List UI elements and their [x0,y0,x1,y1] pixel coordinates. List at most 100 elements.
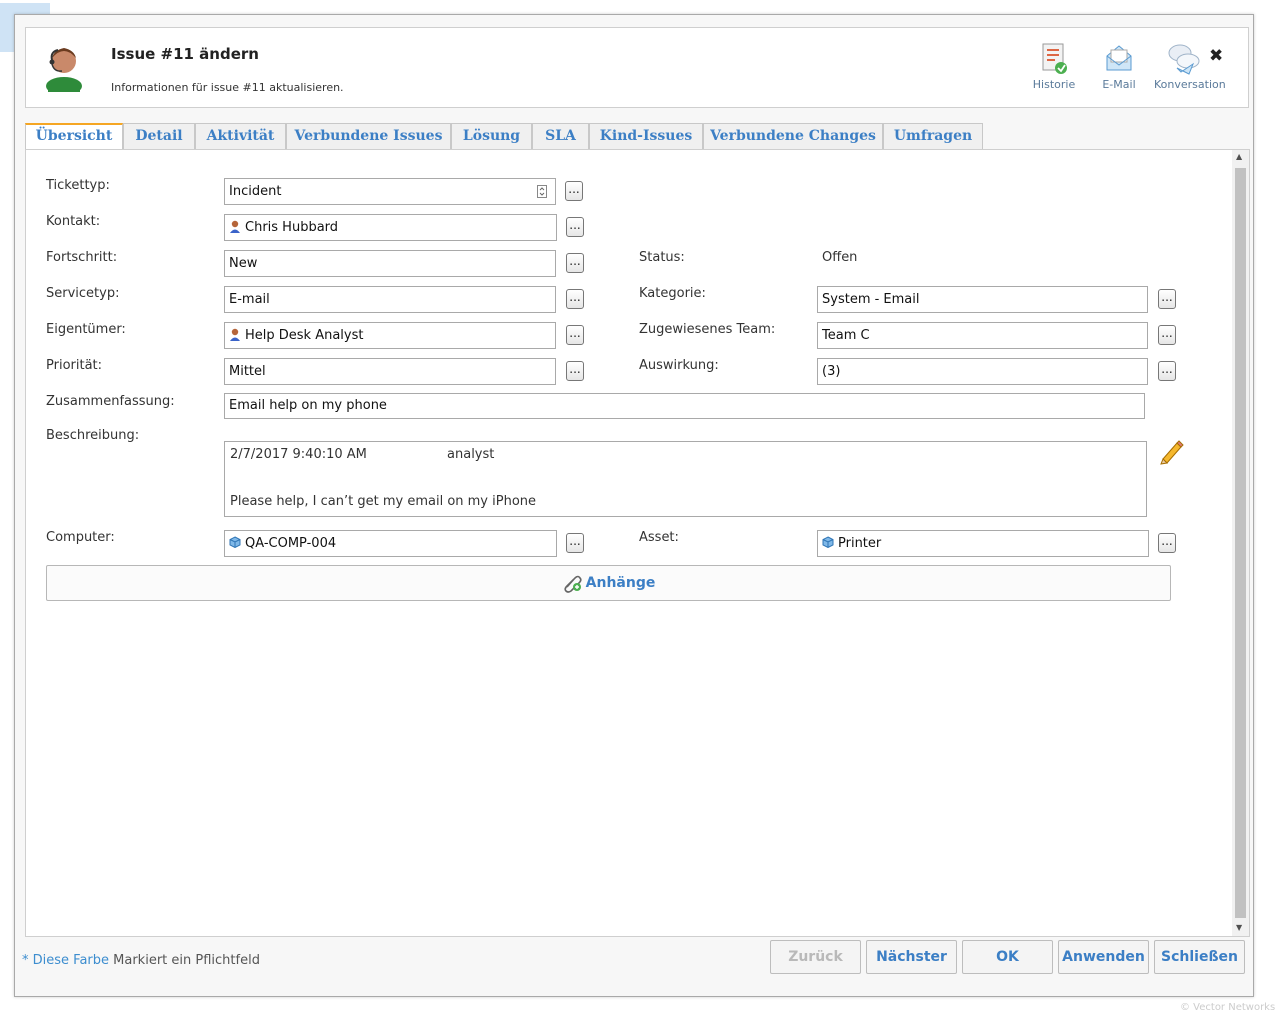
tab-kind-issues[interactable]: Kind-Issues [589,123,703,149]
scroll-down-icon[interactable]: ▼ [1236,923,1242,932]
history-label: Historie [1032,78,1076,91]
tab-sla[interactable]: SLA [532,123,589,149]
tab-aktivitaet[interactable]: Aktivität [195,123,286,149]
status-label: Status: [639,250,685,265]
fortschritt-field[interactable]: New [224,250,556,277]
required-field-note: * Diese Farbe Markiert ein Pflichtfeld [22,953,260,968]
kontakt-label: Kontakt: [46,214,101,229]
computer-field[interactable]: QA-COMP-004 [224,530,557,557]
history-button[interactable]: Historie [1024,42,1084,91]
conversation-label: Konversation [1154,78,1226,91]
auswirkung-label: Auswirkung: [639,358,719,373]
close-icon[interactable]: ✖ [1209,46,1223,66]
beschreibung-author: analyst [447,447,495,462]
conversation-button[interactable]: Konversation [1154,42,1226,91]
fortschritt-value: New [229,256,258,271]
asset-field[interactable]: Printer [817,530,1149,557]
conversation-icon [1168,44,1200,75]
attachments-button[interactable]: Anhänge [46,565,1171,601]
attachments-label: Anhänge [585,575,656,591]
pencil-edit-icon[interactable] [1159,439,1185,465]
auswirkung-browse-button[interactable]: ... [1158,361,1176,381]
history-icon [1042,43,1067,74]
status-value: Offen [822,250,858,265]
team-browse-button[interactable]: ... [1158,325,1176,345]
back-button[interactable]: Zurück [770,940,861,974]
required-color-sample: * Diese Farbe [22,953,110,968]
scrollbar-thumb[interactable] [1235,168,1246,918]
prioritaet-value: Mittel [229,364,266,379]
tickettyp-label: Tickettyp: [46,178,110,193]
team-field[interactable]: Team C [817,322,1148,349]
servicetyp-value: E-mail [229,292,270,307]
next-button[interactable]: Nächster [866,940,957,974]
tickettyp-value: Incident [229,184,282,199]
tickettyp-browse-button[interactable]: ... [565,181,583,201]
kontakt-field[interactable]: Chris Hubbard [224,214,557,241]
computer-label: Computer: [46,530,115,545]
cube-icon [229,536,241,548]
asset-value: Printer [838,536,882,551]
tab-uebersicht[interactable]: Übersicht [25,123,123,150]
paperclip-icon [564,575,582,593]
prioritaet-browse-button[interactable]: ... [566,361,584,381]
email-button[interactable]: E-Mail [1089,42,1149,91]
beschreibung-label: Beschreibung: [46,428,140,443]
tab-verbundene-issues[interactable]: Verbundene Issues [286,123,451,149]
computer-browse-button[interactable]: ... [566,533,584,553]
eigentuemer-browse-button[interactable]: ... [566,325,584,345]
required-note-text: Markiert ein Pflichtfeld [113,953,260,968]
zusammenfassung-label: Zusammenfassung: [46,394,175,409]
fortschritt-label: Fortschritt: [46,250,118,265]
email-label: E-Mail [1102,78,1136,91]
user-icon [230,220,240,233]
support-agent-icon [40,42,88,95]
prioritaet-label: Priorität: [46,358,103,373]
dialog-header: Issue #11 ändern Informationen für issue… [25,27,1249,108]
close-button[interactable]: Schließen [1154,940,1245,974]
tab-umfragen[interactable]: Umfragen [883,123,983,149]
auswirkung-value: (3) [822,364,841,379]
team-value: Team C [822,328,870,343]
vertical-scrollbar[interactable]: ▲ ▼ [1232,150,1249,936]
fortschritt-browse-button[interactable]: ... [566,253,584,273]
auswirkung-field[interactable]: (3) [817,358,1148,385]
tab-verbundene-changes[interactable]: Verbundene Changes [703,123,883,149]
dropdown-icon [537,185,547,198]
kategorie-browse-button[interactable]: ... [1158,289,1176,309]
beschreibung-field[interactable]: 2/7/2017 9:40:10 AM analyst Please help,… [224,441,1147,517]
dialog-title: Issue #11 ändern [111,45,259,63]
email-icon [1106,45,1132,71]
eigentuemer-value: Help Desk Analyst [245,328,364,343]
kategorie-value: System - Email [822,292,920,307]
beschreibung-date: 2/7/2017 9:40:10 AM [230,447,367,462]
cube-icon [822,536,834,548]
zusammenfassung-field[interactable]: Email help on my phone [224,393,1145,419]
dialog-subtitle: Informationen für issue #11 aktualisiere… [111,81,344,94]
ok-button[interactable]: OK [962,940,1053,974]
tab-detail[interactable]: Detail [123,123,195,149]
edit-issue-dialog: Issue #11 ändern Informationen für issue… [14,14,1254,997]
tab-loesung[interactable]: Lösung [451,123,532,149]
overview-panel: Tickettyp: Incident ... Kontakt: Chris H… [25,149,1250,937]
eigentuemer-label: Eigentümer: [46,322,126,337]
asset-label: Asset: [639,530,679,545]
beschreibung-header: 2/7/2017 9:40:10 AM analyst [230,447,1141,462]
tickettyp-field[interactable]: Incident [224,178,556,205]
prioritaet-field[interactable]: Mittel [224,358,556,385]
scroll-up-icon[interactable]: ▲ [1236,152,1242,161]
kategorie-field[interactable]: System - Email [817,286,1148,313]
apply-button[interactable]: Anwenden [1058,940,1149,974]
servicetyp-browse-button[interactable]: ... [566,289,584,309]
asset-browse-button[interactable]: ... [1158,533,1176,553]
kontakt-browse-button[interactable]: ... [566,217,584,237]
team-label: Zugewiesenes Team: [639,322,776,337]
copyright-text: © Vector Networks [1180,1002,1276,1013]
computer-value: QA-COMP-004 [245,536,337,551]
servicetyp-label: Servicetyp: [46,286,120,301]
kategorie-label: Kategorie: [639,286,706,301]
kontakt-value: Chris Hubbard [245,220,339,235]
user-icon [230,328,240,341]
servicetyp-field[interactable]: E-mail [224,286,556,313]
eigentuemer-field[interactable]: Help Desk Analyst [224,322,556,349]
